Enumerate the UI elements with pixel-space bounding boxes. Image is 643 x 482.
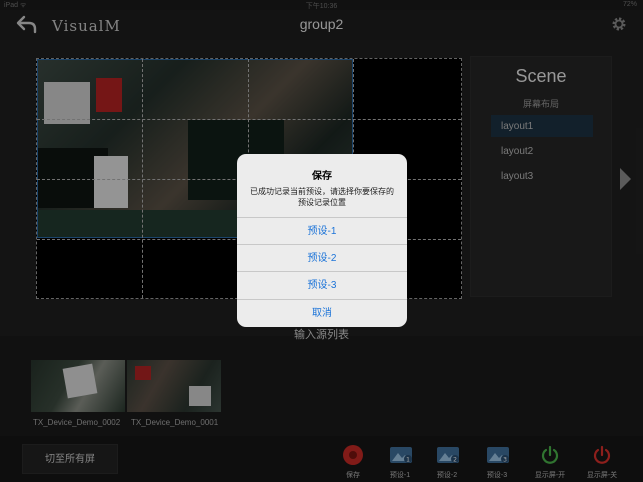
save-preset-dialog: 保存 已成功记录当前预设，请选择你要保存的 预设记录位置 预设-1 预设-2 预…	[237, 154, 407, 327]
dialog-preset-1-button[interactable]: 预设-1	[237, 217, 407, 244]
dialog-preset-2-button[interactable]: 预设-2	[237, 244, 407, 271]
dialog-message-line: 已成功记录当前预设，请选择你要保存的	[250, 187, 394, 196]
dialog-cancel-button[interactable]: 取消	[237, 299, 407, 326]
dialog-message: 已成功记录当前预设，请选择你要保存的 预设记录位置	[237, 186, 407, 208]
dialog-title: 保存	[312, 171, 332, 182]
dialog-message-line: 预设记录位置	[298, 198, 346, 207]
dialog-preset-3-button[interactable]: 预设-3	[237, 271, 407, 298]
